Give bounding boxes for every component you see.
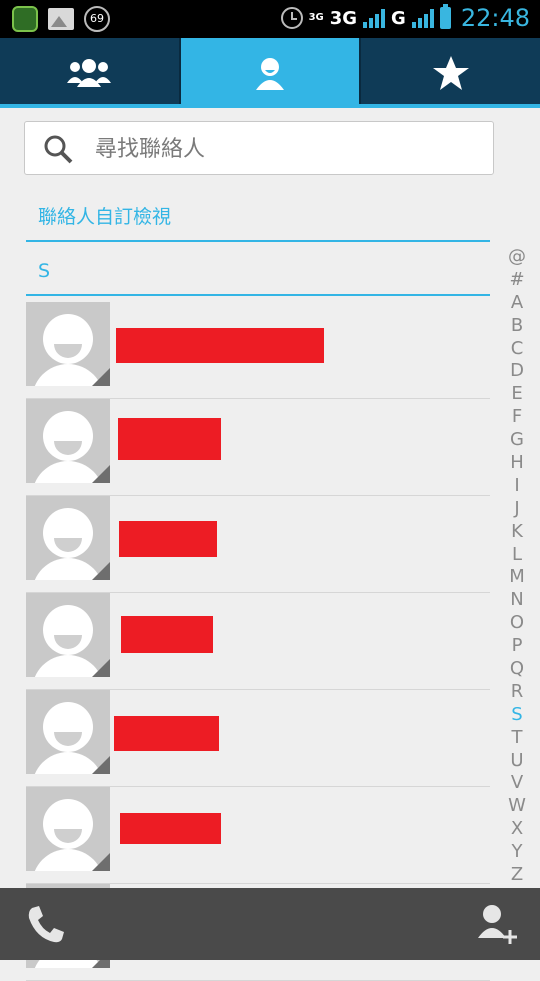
index-letter[interactable]: @ — [504, 246, 530, 269]
index-letter[interactable]: F — [504, 406, 530, 429]
avatar[interactable] — [26, 302, 110, 386]
letter-section-header: S — [26, 252, 490, 296]
list-item[interactable] — [26, 690, 490, 787]
index-letter[interactable]: X — [504, 818, 530, 841]
redacted-name — [119, 521, 217, 557]
list-item[interactable] — [26, 593, 490, 690]
signal-2-icon — [411, 8, 434, 28]
search-box[interactable] — [24, 121, 494, 175]
index-letter[interactable]: N — [504, 589, 530, 612]
redacted-name — [120, 813, 221, 844]
list-item[interactable] — [26, 399, 490, 496]
index-letter[interactable]: H — [504, 452, 530, 475]
avatar[interactable] — [26, 593, 110, 677]
avatar[interactable] — [26, 399, 110, 483]
network-type-small: 3G — [308, 12, 324, 23]
index-letter[interactable]: L — [504, 544, 530, 567]
index-letter[interactable]: K — [504, 521, 530, 544]
index-letter[interactable]: Y — [504, 841, 530, 864]
status-bar: 69 3G 3G G 22:48 — [0, 0, 540, 38]
index-letter[interactable]: J — [504, 498, 530, 521]
index-letter-active[interactable]: S — [504, 704, 530, 727]
index-letter[interactable]: G — [504, 429, 530, 452]
add-contact-icon[interactable] — [474, 902, 518, 946]
index-letter[interactable]: Z — [504, 864, 530, 887]
alarm-icon — [280, 7, 303, 29]
network-type-2: G — [391, 7, 406, 29]
index-letter[interactable]: R — [504, 681, 530, 704]
avatar[interactable] — [26, 690, 110, 774]
index-letter[interactable]: B — [504, 315, 530, 338]
index-letter[interactable]: Q — [504, 658, 530, 681]
index-letter[interactable]: M — [504, 566, 530, 589]
tab-indicator — [0, 104, 540, 108]
contact-list — [26, 302, 490, 981]
alphabet-index[interactable]: @ # A B C D E F G H I J K L M N O P Q R … — [504, 246, 530, 887]
index-letter[interactable]: P — [504, 635, 530, 658]
redacted-name — [114, 716, 219, 751]
tab-bar — [0, 38, 540, 108]
search-input[interactable] — [93, 130, 487, 168]
index-letter[interactable]: V — [504, 772, 530, 795]
index-letter[interactable]: E — [504, 383, 530, 406]
custom-view-header[interactable]: 聯絡人自訂檢視 — [26, 198, 490, 242]
person-icon — [256, 58, 284, 90]
avatar[interactable] — [26, 787, 110, 871]
tab-contacts[interactable] — [178, 38, 360, 108]
index-letter[interactable]: I — [504, 475, 530, 498]
index-letter[interactable]: W — [504, 795, 530, 818]
avatar[interactable] — [26, 496, 110, 580]
index-letter[interactable]: D — [504, 360, 530, 383]
network-type-1: 3G — [329, 7, 358, 29]
battery-icon — [439, 4, 451, 29]
gallery-notification-icon — [48, 8, 74, 30]
index-letter[interactable]: C — [504, 338, 530, 361]
bottom-action-bar — [0, 888, 540, 960]
groups-icon — [67, 59, 112, 87]
signal-1-icon — [363, 8, 386, 28]
phone-icon[interactable] — [24, 902, 68, 946]
clock: 22:48 — [460, 4, 530, 32]
redacted-name — [118, 418, 221, 460]
app-notification-icon — [12, 6, 38, 32]
list-item[interactable] — [26, 496, 490, 593]
index-letter[interactable]: A — [504, 292, 530, 315]
index-letter[interactable]: # — [504, 269, 530, 292]
tab-groups[interactable] — [0, 38, 179, 108]
index-letter[interactable]: O — [504, 612, 530, 635]
redacted-name — [121, 616, 213, 653]
index-letter[interactable]: T — [504, 727, 530, 750]
search-icon — [44, 135, 73, 164]
list-item[interactable] — [26, 787, 490, 884]
battery-percent-icon: 69 — [84, 6, 110, 32]
list-item[interactable] — [26, 302, 490, 399]
index-letter[interactable]: U — [504, 750, 530, 773]
star-icon — [432, 56, 469, 90]
redacted-name — [116, 328, 324, 363]
tab-favorites[interactable] — [359, 38, 540, 108]
